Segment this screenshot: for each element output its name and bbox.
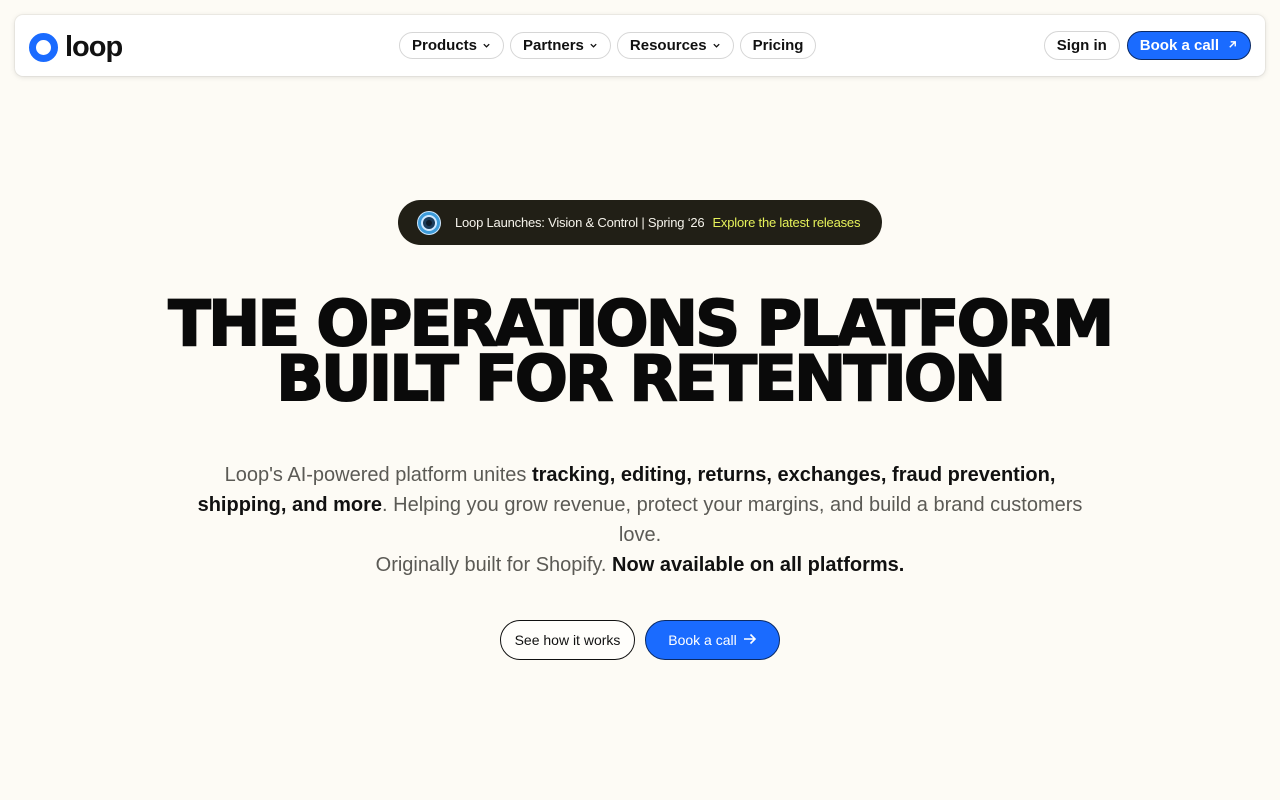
nav-item-label: Resources <box>629 37 707 54</box>
see-how-it-works-button[interactable]: See how it works <box>500 620 635 660</box>
sign-in-button[interactable]: Sign in <box>1043 31 1120 60</box>
arrow-right-icon <box>743 632 757 648</box>
book-call-hero-label: Book a call <box>668 632 737 648</box>
nav-actions: Sign in Book a call <box>1043 31 1251 60</box>
nav-item-products[interactable]: Products <box>399 32 505 59</box>
nav-item-resources[interactable]: Resources <box>616 32 734 59</box>
hero-headline: THE OPERATIONS PLATFORM BUILT FOR RETENT… <box>0 292 1280 411</box>
site-header: loop Products Partners Resources Pricing… <box>15 15 1265 76</box>
hero-description-text: . Helping you grow revenue, protect your… <box>382 494 1083 546</box>
announcement-link[interactable]: Explore the latest releases <box>712 215 860 230</box>
hero-description: Loop's AI-powered platform unites tracki… <box>190 460 1090 550</box>
platform-note: Originally built for Shopify. Now availa… <box>0 550 1280 580</box>
announcement-banner[interactable]: Loop Launches: Vision & Control | Spring… <box>398 200 882 245</box>
book-call-nav-button[interactable]: Book a call <box>1126 31 1251 60</box>
book-call-hero-button[interactable]: Book a call <box>645 620 780 660</box>
vision-ring-icon <box>416 210 442 236</box>
chevron-down-icon <box>482 41 491 50</box>
nav-item-label: Pricing <box>752 37 804 54</box>
loop-ring-logo-icon <box>29 32 58 62</box>
brand-logo[interactable]: loop <box>29 30 123 64</box>
platform-note-text: Originally built for Shopify. <box>375 554 613 576</box>
see-how-it-works-label: See how it works <box>514 632 621 648</box>
announcement-text: Loop Launches: Vision & Control | Spring… <box>455 215 705 230</box>
hero-cta-group: See how it works Book a call <box>500 620 780 660</box>
platform-note-highlight: Now available on all platforms. <box>612 554 905 576</box>
brand-name: loop <box>65 30 123 63</box>
nav-item-label: Products <box>412 37 478 54</box>
arrow-up-right-icon <box>1227 37 1238 54</box>
nav-item-label: Partners <box>523 37 584 54</box>
chevron-down-icon <box>589 41 598 50</box>
sign-in-label: Sign in <box>1056 37 1107 54</box>
nav-item-partners[interactable]: Partners <box>510 32 611 59</box>
book-call-label: Book a call <box>1139 37 1219 54</box>
hero-description-text: Loop's AI-powered platform unites <box>224 464 532 486</box>
main-nav: Products Partners Resources Pricing <box>399 32 817 59</box>
chevron-down-icon <box>712 41 721 50</box>
nav-item-pricing[interactable]: Pricing <box>739 32 817 59</box>
